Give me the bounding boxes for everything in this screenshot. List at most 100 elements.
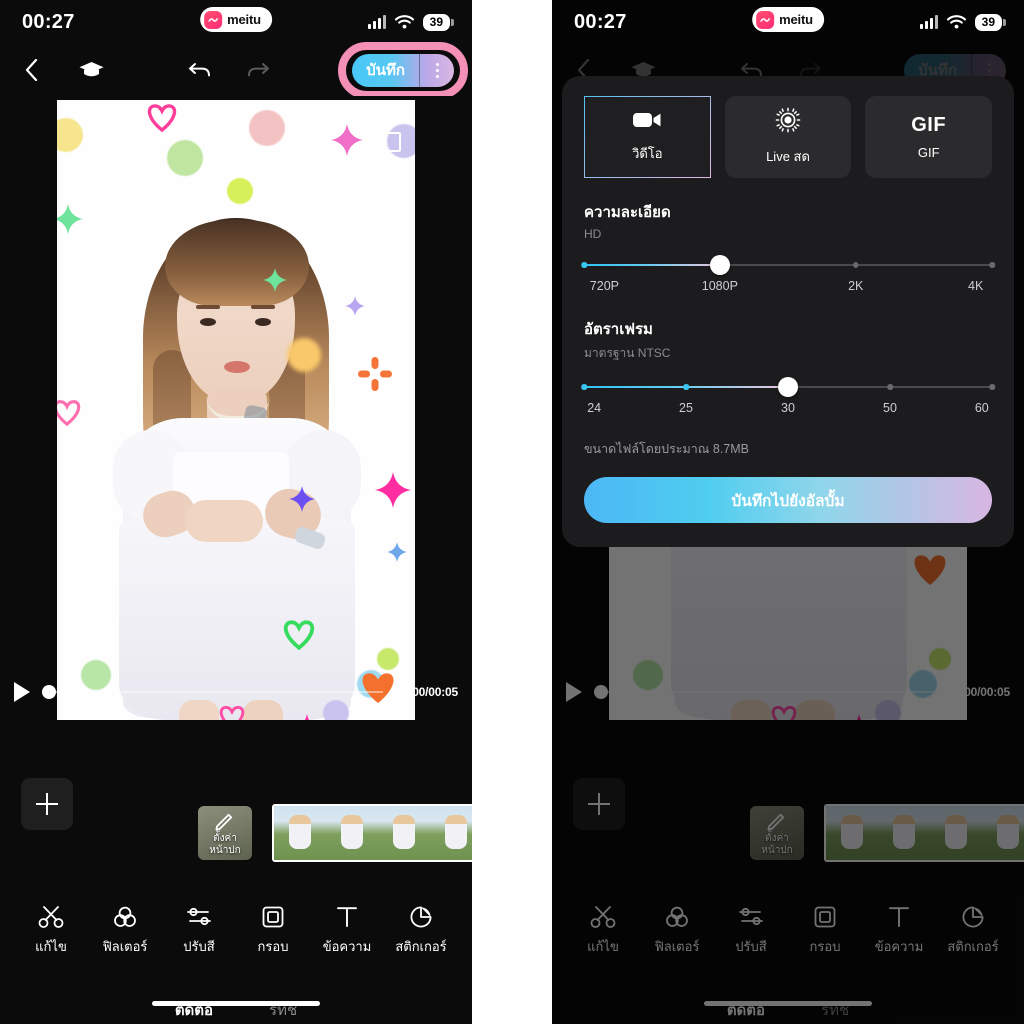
sticker-dot (377, 648, 399, 670)
format-option-video[interactable]: วิดีโอ (584, 96, 711, 178)
set-cover-button[interactable]: ตั้งค่า หน้าปก (198, 806, 252, 860)
framerate-label-50: 50 (883, 401, 897, 415)
status-bar-time: 00:27 (574, 10, 627, 33)
cellular-signal-icon (919, 15, 938, 29)
timeline-clip[interactable] (272, 804, 472, 862)
sticker-sparkle (387, 542, 407, 562)
wifi-icon (946, 15, 966, 29)
timeline-strip: ตั้งค่า หน้าปก (0, 720, 472, 888)
meitu-logo-icon (756, 10, 775, 29)
resolution-slider-handle[interactable] (709, 255, 730, 275)
set-cover-label-line1: ตั้งค่า (213, 832, 237, 844)
save-to-album-button[interactable]: บันทึกไปยังอัลบั้ม (584, 477, 992, 523)
sticker-sparkle (345, 296, 365, 316)
tool-text[interactable]: ข้อความ (310, 904, 384, 954)
sticker-dot (167, 140, 203, 176)
filter-circles-icon (112, 904, 138, 930)
resolution-slider-labels: 720P 1080P 2K 4K (584, 279, 992, 295)
tool-filter[interactable]: ฟิลเตอร์ (88, 904, 162, 954)
tool-adjust[interactable]: ปรับสี (162, 904, 236, 954)
framerate-tick-60[interactable] (989, 384, 995, 390)
sticker-heart-outline (219, 705, 245, 720)
sticker-icon (408, 904, 434, 930)
tool-filter-label: ฟิลเตอร์ (102, 939, 148, 954)
format-option-gif[interactable]: GIF GIF (865, 96, 993, 178)
battery-indicator: 39 (974, 13, 1007, 31)
tool-sticker-label: สติกเกอร์ (395, 939, 447, 954)
resolution-label-720p: 720P (589, 279, 619, 293)
frame-icon (260, 904, 286, 930)
meitu-label: meitu (227, 12, 261, 27)
sticker-sparkle (331, 124, 363, 156)
preview-scrubber[interactable]: 00:00/00:05 (0, 678, 472, 706)
phone-screen-left: 00:27 meitu 39 บันทึก 00:00/00:05 ตั้งค่… (0, 0, 472, 1024)
home-indicator (152, 1001, 320, 1006)
resolution-slider[interactable] (581, 255, 995, 275)
sticker-heart-outline (147, 104, 177, 132)
resolution-tick-720p[interactable] (581, 262, 587, 268)
redo-arrow-icon[interactable] (246, 60, 270, 80)
resolution-title: ความละเอียด (584, 204, 671, 221)
set-cover-label-line2: หน้าปก (209, 844, 241, 856)
scrubber-track[interactable] (42, 685, 384, 699)
tool-frame-label: กรอบ (257, 939, 289, 954)
sticker-dot (227, 178, 253, 204)
resolution-slider-fill (584, 264, 720, 266)
sticker-heart-outline (283, 620, 315, 650)
undo-arrow-icon[interactable] (188, 60, 212, 80)
play-icon[interactable] (14, 682, 30, 702)
wifi-icon (394, 15, 414, 29)
scrubber-handle[interactable] (42, 685, 56, 699)
sticker-sparkle (289, 486, 315, 512)
video-preview-area: 00:00/00:05 (0, 96, 472, 720)
screenshot-stage: 00:27 meitu 39 บันทึก 00:00/00:05 ตั้งค่… (0, 0, 1024, 1024)
status-bar-indicators: 39 (367, 13, 455, 31)
sliders-icon (186, 904, 212, 930)
add-clip-button[interactable] (21, 778, 73, 830)
framerate-tick-50[interactable] (887, 384, 893, 390)
tool-edit-label: แก้ไข (35, 939, 67, 954)
resolution-label-2k: 2K (848, 279, 864, 293)
graduation-cap-icon[interactable] (78, 60, 105, 80)
sticker-sparkle (57, 204, 83, 234)
status-bar-time: 00:27 (22, 10, 75, 33)
sticker-plus-cross (358, 357, 392, 391)
framerate-label-25: 25 (679, 401, 693, 415)
framerate-label-24: 24 (587, 401, 602, 415)
format-option-live[interactable]: Live สด (724, 96, 852, 178)
chevron-left-icon[interactable] (18, 59, 44, 81)
framerate-tick-25[interactable] (683, 384, 689, 390)
resolution-tick-4k[interactable] (989, 262, 995, 268)
sticker-sparkle (263, 268, 287, 292)
framerate-slider-labels: 24 25 30 50 60 (584, 401, 992, 417)
framerate-slider[interactable] (581, 377, 995, 397)
tool-open-page[interactable]: เปิด หน้า (458, 904, 472, 969)
meitu-logo-icon (204, 10, 223, 29)
tool-frame[interactable]: กรอบ (236, 904, 310, 954)
framerate-tick-24[interactable] (581, 384, 587, 390)
framerate-label-30: 30 (781, 401, 795, 415)
tool-sticker[interactable]: สติกเกอร์ (384, 904, 458, 954)
more-vertical-icon[interactable] (420, 54, 454, 87)
resolution-tick-2k[interactable] (852, 262, 859, 268)
meitu-app-badge: meitu (752, 7, 824, 32)
framerate-slider-handle[interactable] (778, 377, 798, 397)
status-bar: 00:27 meitu 39 (0, 0, 472, 44)
sticker-heart-outline (57, 400, 81, 426)
tool-edit[interactable]: แก้ไข (14, 904, 88, 954)
format-option-live-label: Live สด (766, 149, 810, 164)
status-bar-indicators: 39 (919, 13, 1007, 31)
save-button-group[interactable]: บันทึก (338, 41, 468, 99)
fullscreen-expand-icon[interactable] (381, 132, 401, 152)
video-camera-icon (632, 110, 662, 135)
phone-screen-right: 00:27 meitu 39 วิดีโอ Live สด GIF GIF คว… (552, 0, 1024, 1024)
pencil-icon (215, 813, 233, 830)
resolution-subtitle: HD (584, 227, 602, 241)
framerate-title: อัตราเฟรม (584, 321, 653, 338)
sticker-dot (287, 338, 321, 372)
tool-adjust-label: ปรับสี (183, 939, 215, 954)
video-preview-canvas[interactable] (57, 100, 415, 720)
sticker-dot (249, 110, 285, 146)
framerate-subtitle: มาตรฐาน NTSC (584, 346, 671, 360)
save-button[interactable]: บันทึก (352, 53, 420, 87)
